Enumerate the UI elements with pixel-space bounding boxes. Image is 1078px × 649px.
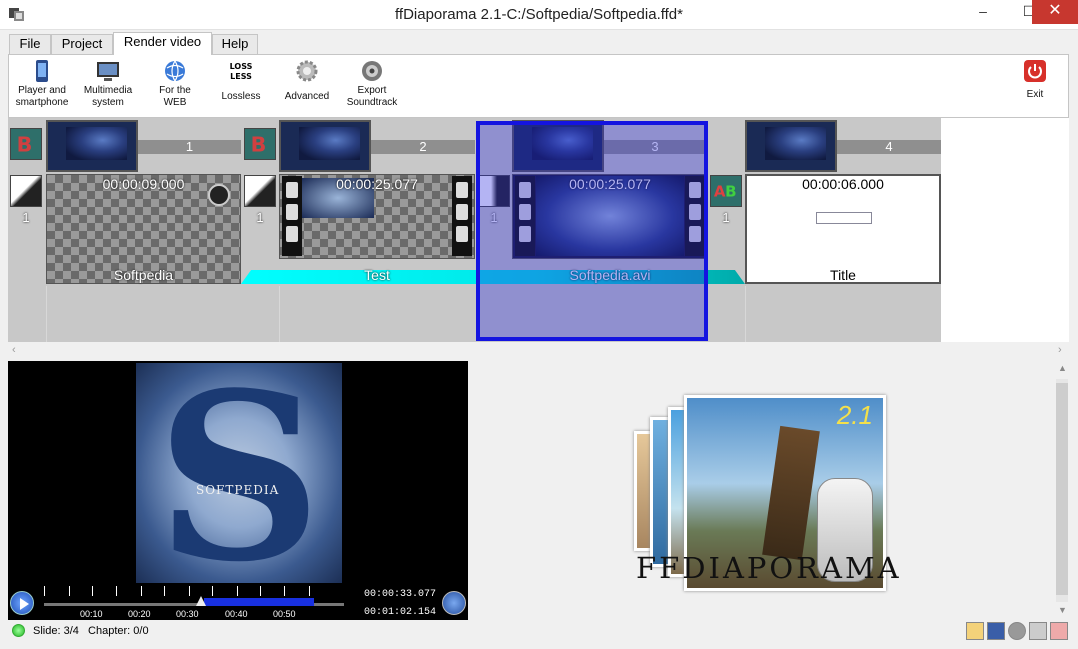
tree-trunk xyxy=(762,425,820,561)
softpedia-s-graphic: S xyxy=(155,363,323,583)
exit-button[interactable]: Exit xyxy=(1013,57,1057,101)
for-web-button[interactable]: For the WEB xyxy=(147,57,203,109)
svg-text:B: B xyxy=(725,183,736,201)
selected-slide-highlight xyxy=(476,121,708,341)
slide-4-duration: 00:00:06.000 xyxy=(802,176,884,192)
slide-number-1: 1 xyxy=(138,140,241,154)
ribbon-toolbar: Player and smartphone Multimedia system … xyxy=(8,54,1069,118)
camera-icon[interactable] xyxy=(442,591,466,615)
transition-count: 1 xyxy=(722,210,730,225)
slide-thumbnail[interactable] xyxy=(46,120,138,172)
selection-range xyxy=(204,598,314,606)
zoom-in-icon[interactable] xyxy=(1029,622,1047,640)
vertical-scrollbar[interactable]: ▲ ▼ xyxy=(1055,361,1069,620)
scroll-up-arrow[interactable]: ▲ xyxy=(1058,363,1067,373)
open-folder-icon[interactable] xyxy=(966,622,984,640)
monitor-icon xyxy=(96,59,120,83)
logo-text: FFDIAPORAMA xyxy=(636,551,902,585)
slide-1-name: Softpedia xyxy=(113,267,174,283)
transition-count: 1 xyxy=(256,210,264,225)
window-title: ffDiaporama 2.1-C:/Softpedia/Softpedia.f… xyxy=(395,6,683,23)
tab-help[interactable]: Help xyxy=(212,34,258,54)
speaker-icon xyxy=(360,59,384,83)
export-soundtrack-button[interactable]: Export Soundtrack xyxy=(343,57,401,109)
slide-4-name: Title xyxy=(830,267,856,283)
seek-ruler[interactable]: 00:10 00:20 00:30 00:40 00:50 xyxy=(44,586,344,619)
player-controls: 00:10 00:20 00:30 00:40 00:50 00:00:33.0… xyxy=(8,583,468,620)
smartphone-icon xyxy=(30,59,54,83)
playhead-marker[interactable] xyxy=(196,596,206,606)
status-indicator-icon xyxy=(12,624,25,637)
logo-version: 2.1 xyxy=(836,400,873,430)
player-smartphone-button[interactable]: Player and smartphone xyxy=(13,57,71,109)
slide-number-2: 2 xyxy=(371,140,475,154)
minimize-button[interactable]: – xyxy=(960,0,1006,24)
svg-text:B: B xyxy=(17,133,33,157)
svg-text:LOSS: LOSS xyxy=(230,62,253,71)
close-button[interactable]: ✕ xyxy=(1032,0,1078,24)
tab-render-video[interactable]: Render video xyxy=(113,32,212,55)
tab-project[interactable]: Project xyxy=(51,34,113,54)
timeline-scrollbar[interactable]: ‹ › xyxy=(8,342,1069,360)
background-music-icon[interactable]: B xyxy=(10,128,42,160)
lossless-icon: LOSS LESS xyxy=(229,59,253,83)
logo-area: 2.1 FFDIAPORAMA xyxy=(468,361,1055,620)
power-icon xyxy=(1023,59,1047,83)
slide-2-duration: 00:00:25.077 xyxy=(336,176,418,192)
play-button[interactable] xyxy=(10,591,34,615)
slide-2-name: Test xyxy=(364,267,390,283)
preview-image: S SOFTPEDIA xyxy=(136,363,342,583)
advanced-button[interactable]: Advanced xyxy=(279,57,335,103)
preview-panel[interactable]: S SOFTPEDIA 00:10 00:20 00:30 00:40 00:5… xyxy=(8,361,468,620)
timeline-empty-area xyxy=(941,118,1069,342)
transition-icon[interactable] xyxy=(244,175,276,207)
watermark-text: SOFTPEDIA xyxy=(196,483,280,497)
scroll-right-arrow[interactable]: › xyxy=(1058,344,1062,356)
play-mode-icon[interactable] xyxy=(1008,622,1026,640)
grid-view-icon[interactable] xyxy=(987,622,1005,640)
zoom-out-icon[interactable] xyxy=(1050,622,1068,640)
scroll-down-arrow[interactable]: ▼ xyxy=(1058,605,1067,615)
slide-thumbnail[interactable] xyxy=(279,120,371,172)
gear-icon xyxy=(295,59,319,83)
svg-text:LESS: LESS xyxy=(230,72,252,81)
svg-text:A: A xyxy=(714,183,726,201)
slide-thumbnail[interactable] xyxy=(745,120,837,172)
svg-text:B: B xyxy=(251,133,267,157)
transition-icon[interactable] xyxy=(10,175,42,207)
title-bar: ffDiaporama 2.1-C:/Softpedia/Softpedia.f… xyxy=(0,0,1078,30)
tab-file[interactable]: File xyxy=(9,34,51,54)
title-thumbnail xyxy=(816,212,872,224)
ab-transition-icon[interactable]: AB xyxy=(710,175,742,207)
transition-count: 1 xyxy=(22,210,30,225)
total-time: 00:01:02.154 xyxy=(364,607,437,618)
scroll-left-arrow[interactable]: ‹ xyxy=(12,344,16,356)
lossless-button[interactable]: LOSS LESS Lossless xyxy=(213,57,269,103)
status-bar: Slide: 3/4 Chapter: 0/0 xyxy=(8,620,1069,642)
background-music-icon[interactable]: B xyxy=(244,128,276,160)
slide-number-4: 4 xyxy=(837,140,941,154)
multimedia-system-button[interactable]: Multimedia system xyxy=(79,57,137,109)
clock-icon xyxy=(208,184,230,206)
current-time: 00:00:33.077 xyxy=(364,589,437,600)
chapter-status: Chapter: 0/0 xyxy=(88,625,149,637)
timeline[interactable]: 1 2 3 4 B B 1 1 1 AB 1 00:00:09.000 Soft… xyxy=(8,118,941,342)
slide-status: Slide: 3/4 xyxy=(33,625,79,637)
web-globe-icon xyxy=(163,59,187,83)
